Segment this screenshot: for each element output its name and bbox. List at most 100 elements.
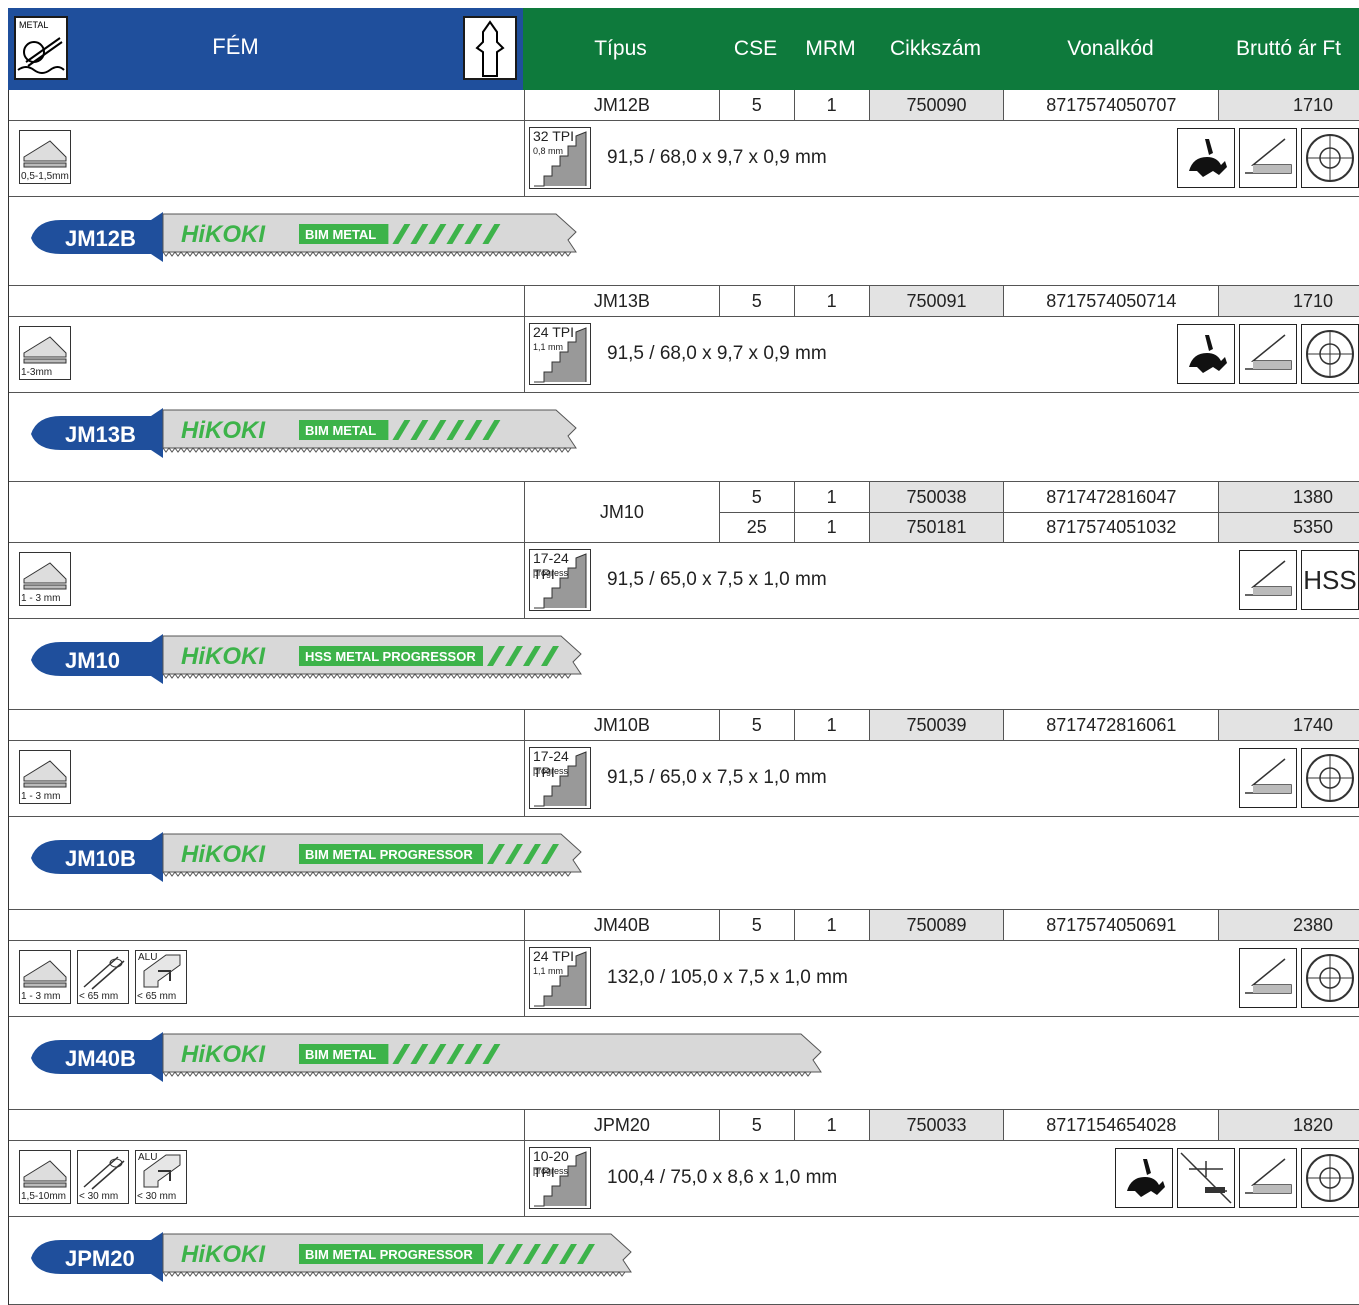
blade-spec: 17-24 TPI progressive 91,5 / 65,0 x 7,5 x …: [524, 542, 827, 618]
profile-icon: ALU < 30 mm: [135, 1150, 187, 1204]
material-icons: 1 - 3 mm: [19, 552, 71, 606]
table-row: JM10 5 1 750038 8717472816047 1380: [524, 482, 1359, 542]
cell-ar: 2380: [1218, 910, 1359, 940]
material-thickness: 1 - 3 mm: [21, 593, 61, 604]
tpi-icon: 17-24 TPI progressive: [529, 549, 591, 611]
blade-teeth: [162, 251, 572, 257]
sheet-icon: 1 - 3 mm: [19, 552, 71, 606]
tpi-icon: 24 TPI 1,1 mm: [529, 323, 591, 385]
col-brutto-ar: Bruttó ár Ft: [1235, 37, 1342, 60]
straight-cut-icon: [1239, 550, 1297, 610]
table-row: JM12B 5 1 750090 8717574050707 1710: [524, 90, 1359, 120]
cell-mrm: 1: [793, 1110, 869, 1140]
material-icons: 1,5-10mm < 30 mm ALU < 30 mm: [19, 1150, 187, 1204]
blade-svg: JM10B HiKOKI BIM METAL PROGRESSOR: [31, 832, 582, 882]
pipe-icon: < 30 mm: [77, 1150, 129, 1204]
cell-mrm: 1: [793, 910, 869, 940]
sheet-icon: 1-3mm: [19, 326, 71, 380]
blade-illustration: JPM20 HiKOKI BIM METAL PROGRESSOR: [31, 1228, 651, 1293]
blade-spec: 17-24 TPI progressive 91,5 / 65,0 x 7,5 x …: [524, 740, 827, 816]
feature-icons: [1239, 748, 1359, 808]
blade-teeth: [162, 871, 572, 877]
row-divider: [9, 1216, 1359, 1217]
blade-dimensions: 91,5 / 65,0 x 7,5 x 1,0 mm: [607, 569, 827, 590]
cell-cse: 5: [718, 90, 794, 120]
cell-tipus: JM40B: [524, 910, 719, 940]
cell-tipus: JM10: [524, 482, 719, 542]
cell-ar: 5350: [1218, 512, 1359, 542]
material-thickness: 1 - 3 mm: [21, 791, 61, 802]
material-thickness: 1,5-10mm: [21, 1191, 67, 1202]
pipe-icon: < 65 mm: [77, 950, 129, 1004]
material-thickness: 0,5-1,5mm: [21, 171, 69, 182]
rabbit-icon: [1115, 1148, 1173, 1208]
product-block: JM10B 5 1 750039 8717472816061 1740 1 - 3 mm 17…: [8, 710, 1359, 910]
cell-cikk: 750091: [868, 286, 1004, 316]
blade-teeth: [162, 673, 572, 679]
blade-dimensions: 91,5 / 68,0 x 9,7 x 0,9 mm: [607, 343, 827, 364]
blade-dimensions: 91,5 / 68,0 x 9,7 x 0,9 mm: [607, 147, 827, 168]
svg-text:METAL: METAL: [19, 20, 48, 30]
blade-brand: HiKOKI: [181, 841, 266, 868]
table-row: JM40B 5 1 750089 8717574050691 2380: [524, 910, 1359, 940]
cell-mrm: 1: [793, 482, 869, 512]
bimetal-icon: [1301, 748, 1359, 808]
bevel-cut-icon: [1177, 1148, 1235, 1208]
material-thickness: < 30 mm: [79, 1191, 119, 1202]
cell-tipus: JPM20: [524, 1110, 719, 1140]
cell-vonal: 8717574051032: [1003, 512, 1218, 542]
blade-name: JM12B: [65, 226, 136, 251]
jigsaw-blade-icon: [463, 16, 517, 80]
blade-spec: 24 TPI 1,1 mm 132,0 / 105,0 x 7,5 x 1,0 mm: [524, 940, 848, 1016]
cell-tipus: JM10B: [524, 710, 719, 740]
rabbit-icon: [1177, 324, 1235, 384]
material-icons: 1 - 3 mm: [19, 750, 71, 804]
blade-name: JM13B: [65, 422, 136, 447]
blade-teeth: [162, 1071, 812, 1077]
material-thickness: < 65 mm: [79, 991, 119, 1002]
cell-cikk: 750033: [868, 1110, 1004, 1140]
tpi-icon: 17-24 TPI progressive: [529, 747, 591, 809]
product-block: JM12B 5 1 750090 8717574050707 1710 0,5-1,5mm 3…: [8, 90, 1359, 286]
col-tipus: Típus: [594, 37, 647, 60]
table-header: METAL FÉM Típus CSE MRM Cikkszám Vonalkó…: [8, 8, 1359, 90]
cell-cikk: 750181: [868, 512, 1004, 542]
product-block: JM13B 5 1 750091 8717574050714 1710 1-3mm 24 TP…: [8, 286, 1359, 482]
feature-icons: [1177, 128, 1359, 188]
straight-cut-icon: [1239, 1148, 1297, 1208]
cell-mrm: 1: [793, 286, 869, 316]
blade-dimensions: 132,0 / 105,0 x 7,5 x 1,0 mm: [607, 967, 848, 988]
cell-cikk: 750039: [868, 710, 1004, 740]
sheet-icon: 1 - 3 mm: [19, 750, 71, 804]
sheet-icon: 1 - 3 mm: [19, 950, 71, 1004]
bimetal-icon: [1301, 1148, 1359, 1208]
tpi-icon: 24 TPI 1,1 mm: [529, 947, 591, 1009]
feature-icons: [1239, 948, 1359, 1008]
cell-cse: 5: [718, 1110, 794, 1140]
hss-label: HSS: [1303, 564, 1357, 595]
straight-cut-icon: [1239, 324, 1297, 384]
blade-tag: BIM METAL: [305, 227, 376, 242]
blade-svg: JM10 HiKOKI HSS METAL PROGRESSOR: [31, 634, 582, 684]
col-cse: CSE: [733, 37, 778, 60]
blade-dimensions: 91,5 / 65,0 x 7,5 x 1,0 mm: [607, 767, 827, 788]
blade-brand: HiKOKI: [181, 643, 266, 670]
material-thickness: 1 - 3 mm: [21, 991, 61, 1002]
cell-mrm: 1: [793, 710, 869, 740]
col-mrm: MRM: [805, 37, 856, 60]
cell-ar: 1740: [1218, 710, 1359, 740]
cell-cse: 5: [718, 710, 794, 740]
product-block: JPM20 5 1 750033 8717154654028 1820 1,5-10mm < …: [8, 1110, 1359, 1305]
section-title: FÉM: [212, 34, 259, 59]
cell-vonal: 8717574050707: [1003, 90, 1218, 120]
blade-svg: JM40B HiKOKI BIM METAL: [31, 1032, 822, 1082]
cell-cse: 5: [718, 910, 794, 940]
section-header: METAL FÉM: [8, 8, 523, 90]
blade-illustration: JM12B HiKOKI BIM METAL: [31, 208, 596, 273]
cell-ar: 1380: [1218, 482, 1359, 512]
blade-spec: 10-20 TPI progressive 100,4 / 75,0 x 8,6 x…: [524, 1140, 837, 1216]
tpi-icon: 10-20 TPI progressive: [529, 1147, 591, 1209]
cell-cse: 5: [718, 286, 794, 316]
blade-name: JPM20: [65, 1246, 135, 1271]
cell-vonal: 8717472816061: [1003, 710, 1218, 740]
